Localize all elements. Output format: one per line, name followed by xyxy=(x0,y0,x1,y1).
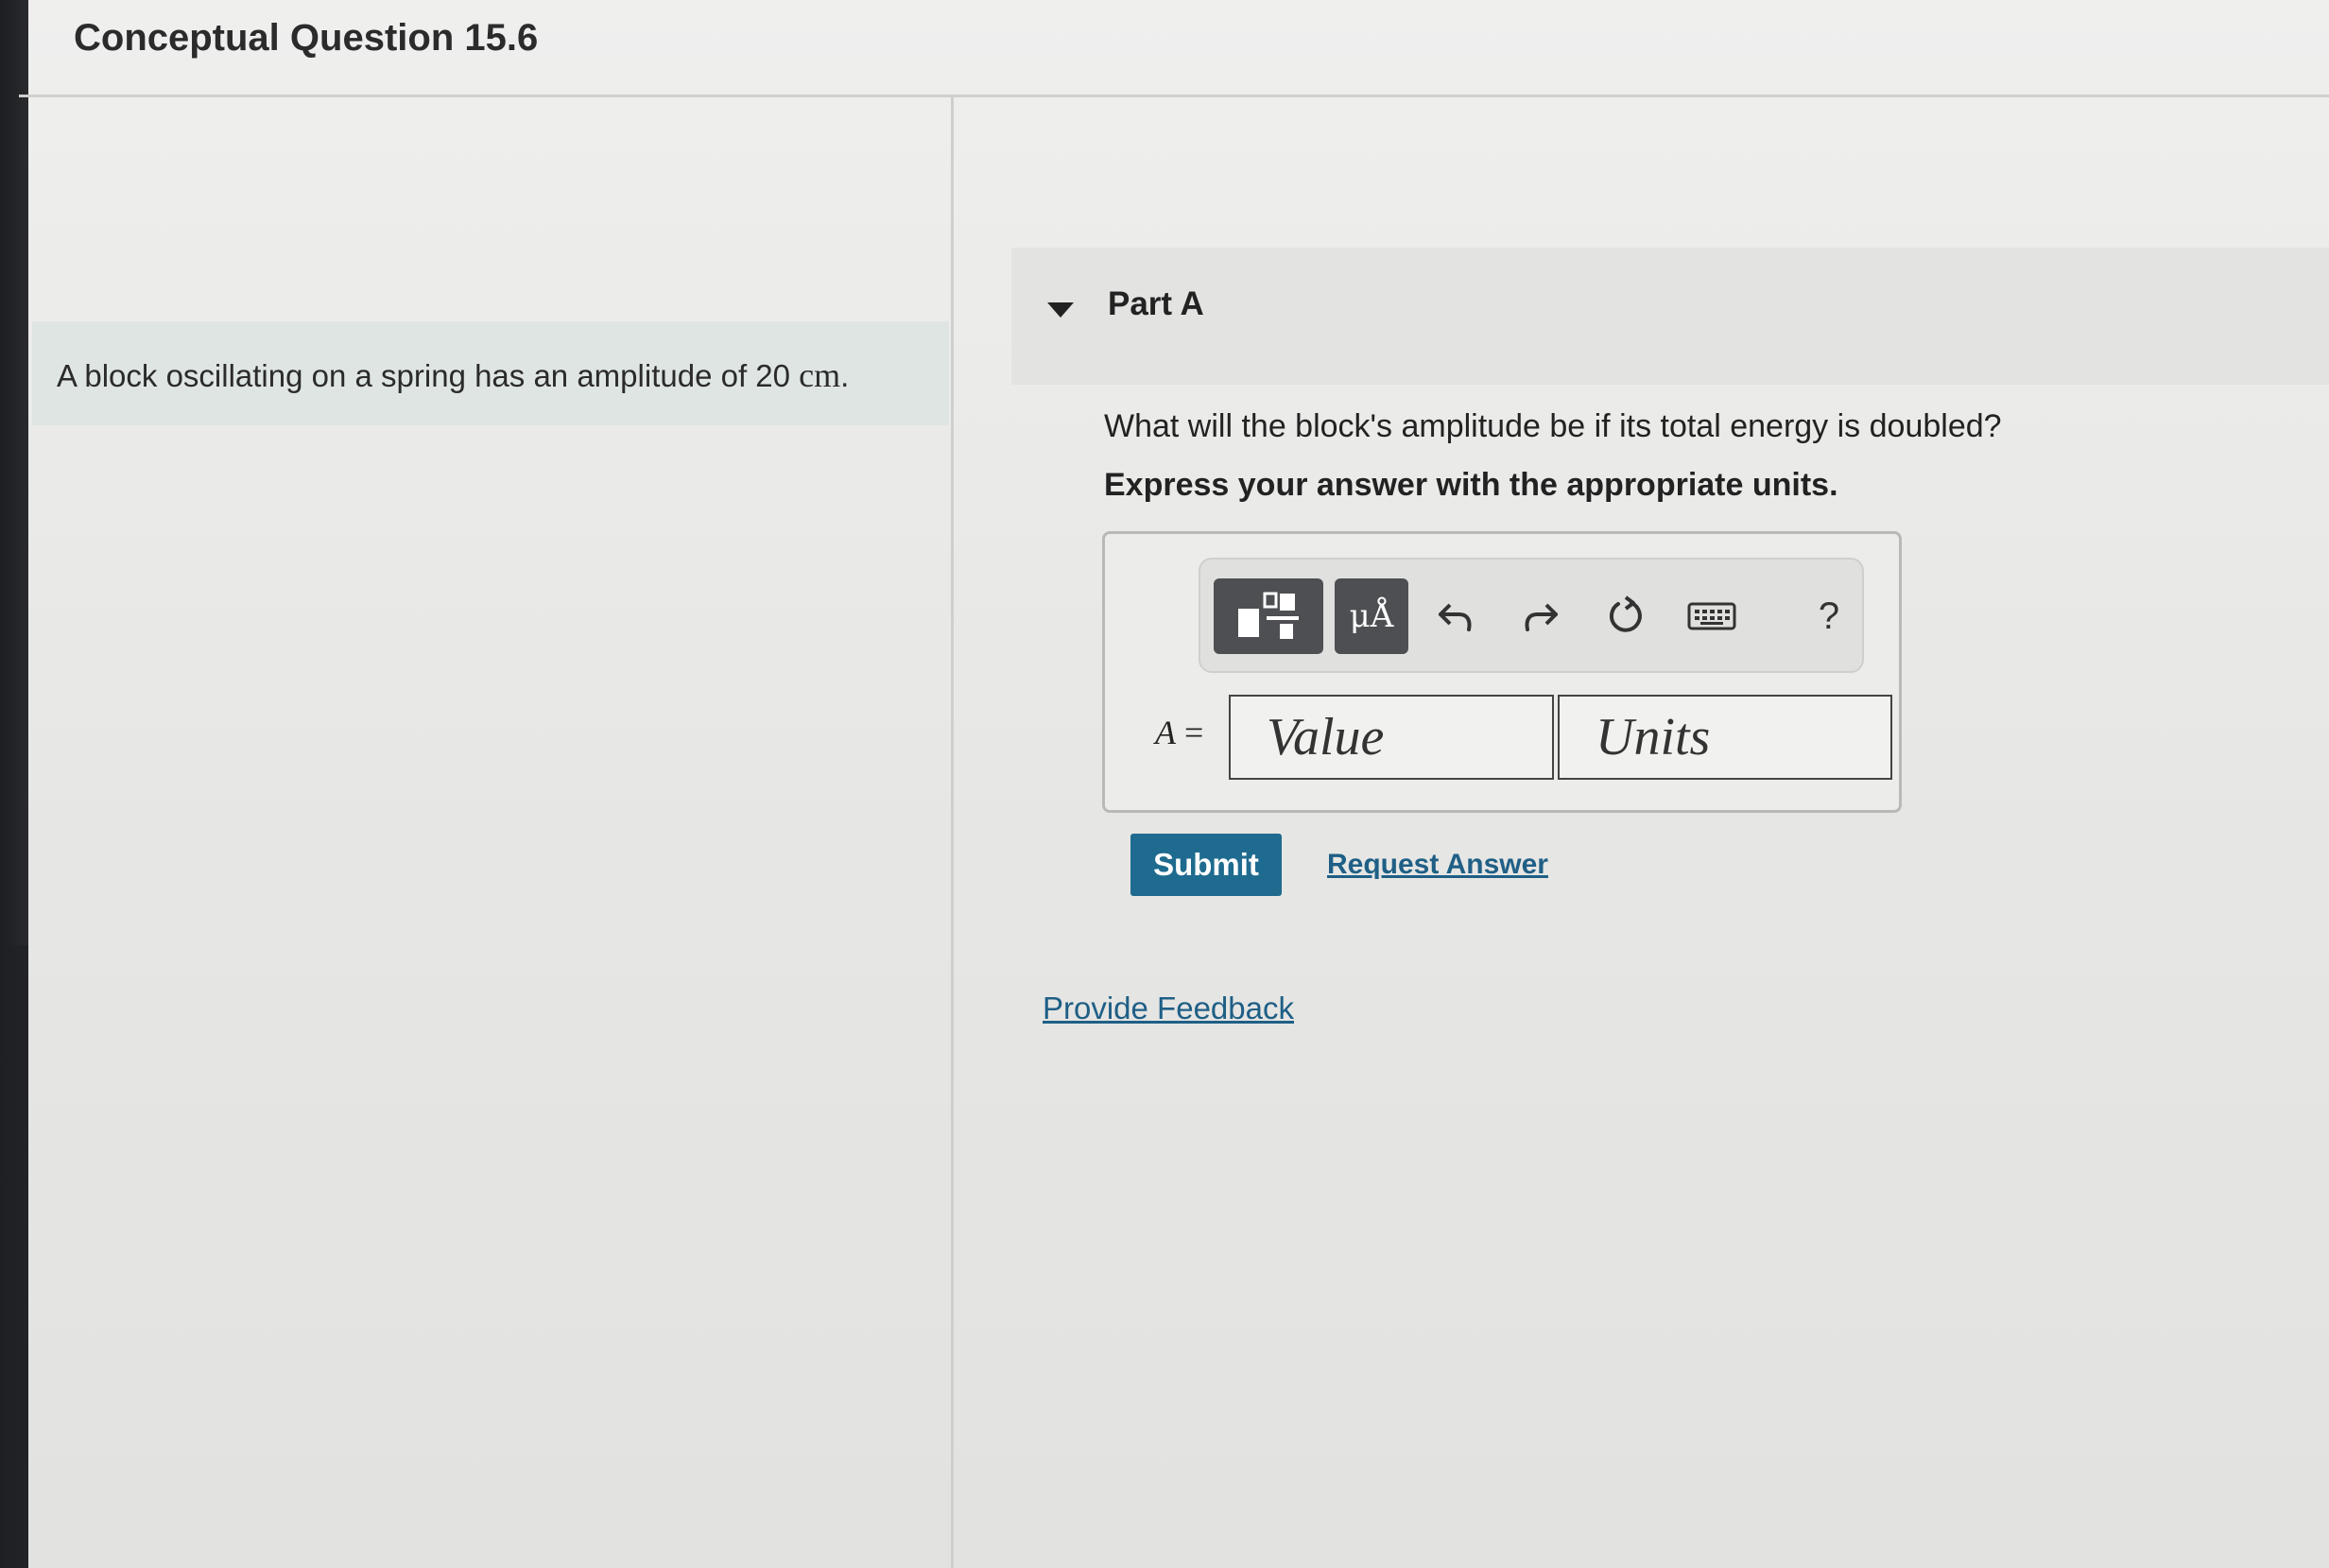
request-answer-link[interactable]: Request Answer xyxy=(1327,849,1548,881)
reset-button[interactable] xyxy=(1597,578,1654,654)
keyboard-icon xyxy=(1687,602,1736,630)
units-input[interactable] xyxy=(1558,695,1892,780)
help-button[interactable]: ? xyxy=(1805,578,1853,654)
value-input[interactable] xyxy=(1229,695,1554,780)
submit-button[interactable]: Submit xyxy=(1130,834,1282,896)
units-icon: μÅ xyxy=(1349,597,1394,635)
templates-icon xyxy=(1238,592,1299,639)
title-divider xyxy=(19,95,2329,97)
redo-button[interactable] xyxy=(1512,578,1569,654)
problem-unit: cm xyxy=(799,356,841,394)
problem-statement: A block oscillating on a spring has an a… xyxy=(57,355,849,395)
page-title: Conceptual Question 15.6 xyxy=(74,17,539,59)
question-text: What will the block's amplitude be if it… xyxy=(1104,408,2002,444)
part-label[interactable]: Part A xyxy=(1108,285,1204,323)
part-header xyxy=(1011,248,2329,385)
reset-icon xyxy=(1609,595,1642,632)
undo-button[interactable] xyxy=(1427,578,1484,654)
problem-text: A block oscillating on a spring has an a… xyxy=(57,358,790,393)
redo-icon xyxy=(1525,603,1558,631)
undo-icon xyxy=(1439,603,1472,631)
collapse-caret-icon[interactable] xyxy=(1047,302,1074,318)
keyboard-button[interactable] xyxy=(1679,578,1745,654)
provide-feedback-link[interactable]: Provide Feedback xyxy=(1043,991,1294,1026)
instruction-text: Express your answer with the appropriate… xyxy=(1104,467,1838,503)
equals-sign: = xyxy=(1184,714,1204,751)
help-icon: ? xyxy=(1818,594,1840,637)
units-button[interactable]: μÅ xyxy=(1335,578,1408,654)
variable-symbol: A xyxy=(1155,714,1176,751)
answer-variable-label: A = xyxy=(1155,713,1203,752)
column-divider xyxy=(951,95,954,1568)
templates-button[interactable] xyxy=(1214,578,1323,654)
problem-period: . xyxy=(840,358,850,393)
